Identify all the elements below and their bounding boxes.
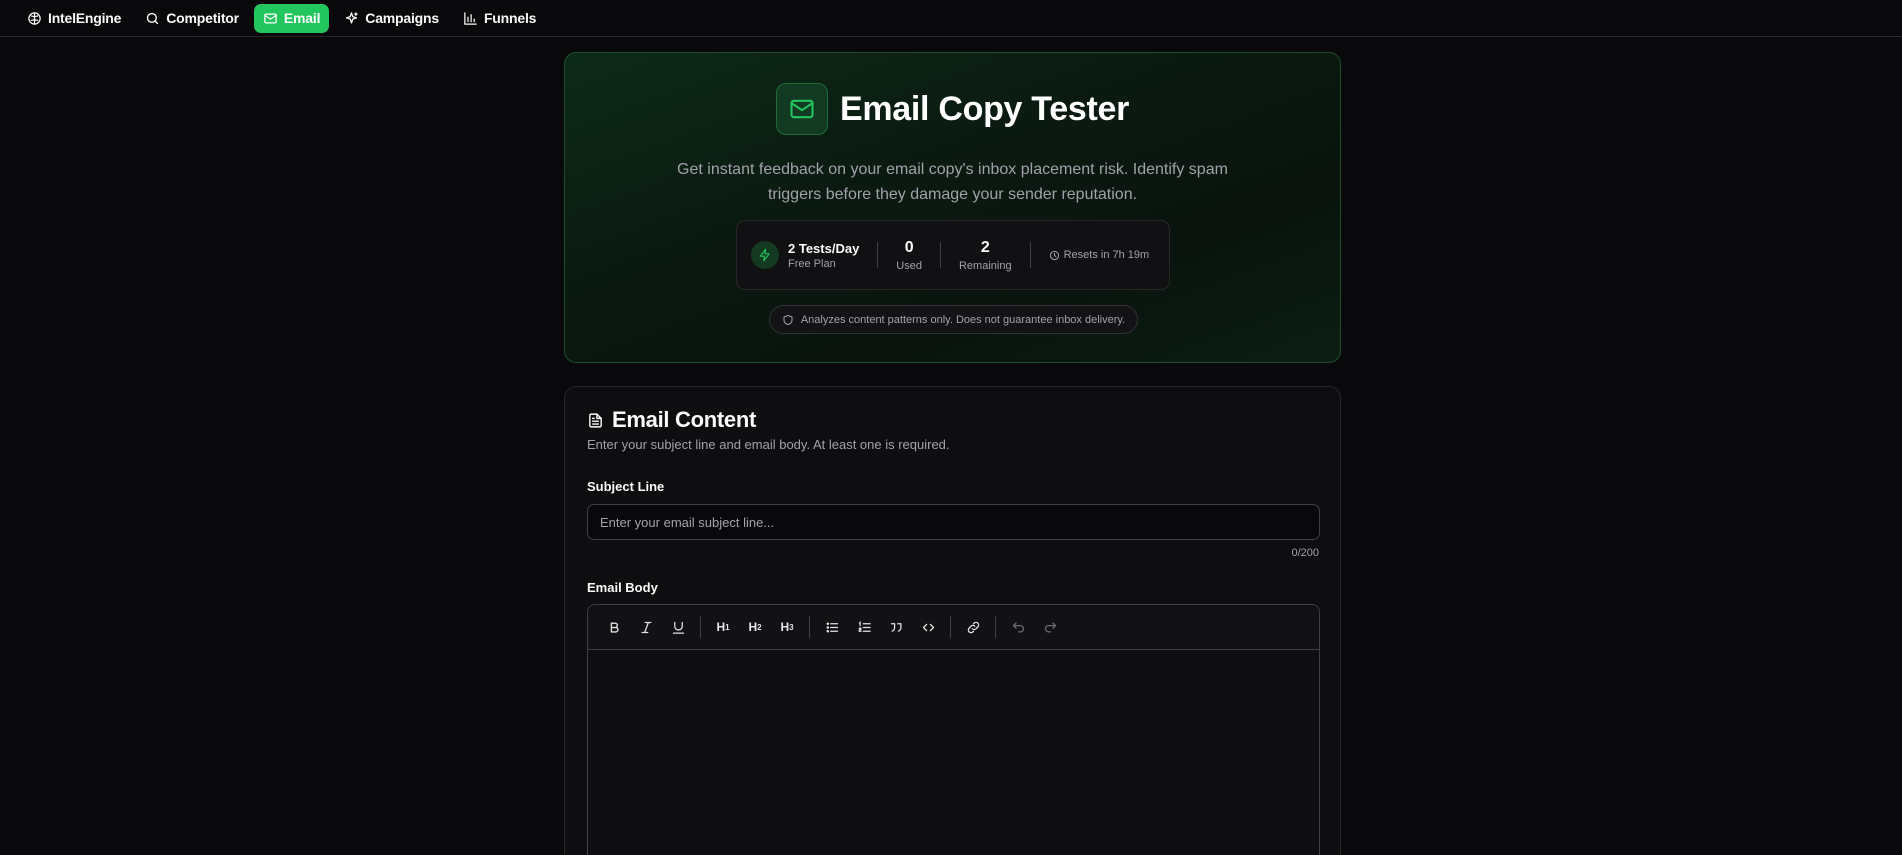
body-label: Email Body bbox=[587, 580, 658, 595]
ordered-list-icon bbox=[858, 620, 871, 632]
heading-3-sub: 3 bbox=[789, 622, 794, 632]
italic-button[interactable] bbox=[630, 613, 662, 641]
used-stat: 0 Used bbox=[896, 239, 922, 272]
file-text-icon bbox=[589, 412, 602, 428]
ordered-list-button[interactable] bbox=[848, 613, 880, 641]
resets-text: Resets in 7h 19m bbox=[1063, 249, 1150, 261]
undo-icon bbox=[1012, 622, 1024, 632]
card-header: Email Content bbox=[587, 407, 756, 433]
divider bbox=[877, 242, 879, 268]
plan-sub: Free Plan bbox=[788, 257, 836, 270]
heading-2-sub: 2 bbox=[757, 622, 762, 632]
subject-input[interactable] bbox=[587, 504, 1320, 540]
heading-1-button[interactable]: H1 bbox=[707, 613, 739, 641]
divider bbox=[939, 242, 941, 268]
italic-icon bbox=[641, 621, 651, 633]
hero-title-row: Email Copy Tester bbox=[565, 83, 1340, 135]
nav-item-email[interactable]: Email bbox=[253, 3, 330, 33]
email-content-card: Email Content Enter your subject line an… bbox=[564, 386, 1341, 855]
nav-label: Email bbox=[283, 10, 321, 26]
toolbar-divider bbox=[995, 616, 996, 638]
redo-icon bbox=[1044, 622, 1056, 632]
bold-icon bbox=[610, 621, 619, 633]
subject-char-counter: 0/200 bbox=[1291, 547, 1319, 559]
toolbar-divider bbox=[809, 616, 810, 638]
undo-button[interactable] bbox=[1002, 613, 1034, 641]
clock-icon bbox=[1049, 250, 1059, 260]
heading-2-label: H bbox=[748, 620, 758, 634]
brain-icon bbox=[28, 11, 41, 25]
nav-label: IntelEngine bbox=[48, 10, 122, 26]
search-icon bbox=[147, 12, 159, 24]
hero-description: Get instant feedback on your email copy'… bbox=[677, 161, 1228, 203]
bar-chart-icon bbox=[464, 11, 477, 25]
disclaimer-badge: Analyzes content patterns only. Does not… bbox=[769, 305, 1138, 334]
heading-2-button[interactable]: H2 bbox=[739, 613, 771, 641]
shield-icon bbox=[783, 314, 793, 325]
nav-item-funnels[interactable]: Funnels bbox=[454, 4, 545, 33]
nav-item-competitor[interactable]: Competitor bbox=[136, 4, 248, 33]
plan-info: 2 Tests/Day Free Plan bbox=[751, 241, 859, 270]
heading-1-label: H bbox=[716, 620, 726, 634]
used-label: Used bbox=[896, 259, 922, 272]
card-description: Enter your subject line and email body. … bbox=[587, 437, 950, 452]
link-icon bbox=[967, 621, 979, 633]
usage-stats: 2 Tests/Day Free Plan 0 Used 2 Remaining… bbox=[736, 220, 1170, 290]
nav-label: Campaigns bbox=[365, 10, 439, 26]
code-button[interactable] bbox=[912, 613, 944, 641]
heading-1-sub: 1 bbox=[725, 622, 730, 632]
used-value: 0 bbox=[904, 238, 914, 256]
plan-name: 2 Tests/Day bbox=[788, 240, 860, 256]
email-body-editor: H1 H2 H3 bbox=[587, 604, 1320, 855]
nav-label: Competitor bbox=[166, 10, 239, 26]
remaining-stat: 2 Remaining bbox=[959, 239, 1012, 272]
nav-label: Funnels bbox=[483, 10, 537, 26]
page-title: Email Copy Tester bbox=[839, 89, 1130, 128]
card-title: Email Content bbox=[612, 407, 756, 432]
top-nav: IntelEngine Competitor Email Campaigns F… bbox=[0, 0, 1902, 37]
disclaimer-text: Analyzes content patterns only. Does not… bbox=[800, 313, 1126, 326]
bullet-list-button[interactable] bbox=[816, 613, 848, 641]
code-icon bbox=[922, 623, 934, 631]
bold-button[interactable] bbox=[598, 613, 630, 641]
hero-card: Email Copy Tester Get instant feedback o… bbox=[564, 52, 1341, 363]
divider bbox=[1029, 242, 1031, 268]
bullet-list-icon bbox=[826, 622, 838, 632]
editor-toolbar: H1 H2 H3 bbox=[588, 605, 1319, 650]
redo-button[interactable] bbox=[1034, 613, 1066, 641]
bolt-icon bbox=[751, 241, 779, 269]
resets-info: Resets in 7h 19m bbox=[1049, 249, 1150, 261]
toolbar-divider bbox=[700, 616, 701, 638]
nav-item-campaigns[interactable]: Campaigns bbox=[335, 4, 448, 33]
blockquote-button[interactable] bbox=[880, 613, 912, 641]
heading-3-label: H bbox=[780, 620, 790, 634]
mail-icon bbox=[264, 13, 277, 23]
email-body-textarea[interactable] bbox=[588, 650, 1319, 855]
remaining-value: 2 bbox=[980, 238, 990, 256]
quote-icon bbox=[890, 622, 901, 632]
link-button[interactable] bbox=[957, 613, 989, 641]
mail-icon bbox=[775, 83, 828, 135]
heading-3-button[interactable]: H3 bbox=[771, 613, 803, 641]
remaining-label: Remaining bbox=[958, 259, 1012, 272]
subject-label: Subject Line bbox=[587, 479, 665, 494]
underline-button[interactable] bbox=[662, 613, 694, 641]
toolbar-divider bbox=[950, 616, 951, 638]
nav-item-intelengine[interactable]: IntelEngine bbox=[18, 4, 130, 33]
underline-icon bbox=[672, 621, 684, 634]
sparkles-icon bbox=[346, 11, 359, 23]
